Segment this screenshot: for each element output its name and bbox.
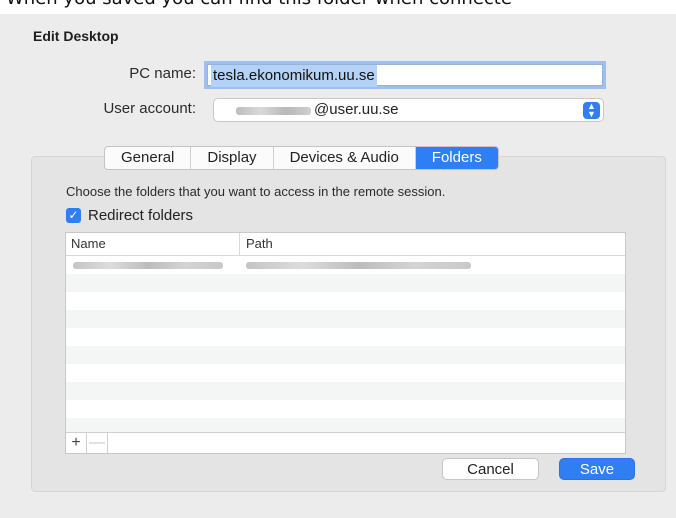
cancel-button[interactable]: Cancel [442, 458, 539, 480]
pc-name-field[interactable]: tesla.ekonomikum.uu.se [207, 64, 603, 87]
remove-folder-button[interactable]: — [87, 433, 108, 453]
user-account-label: User account: [103, 100, 196, 117]
dialog-title: Edit Desktop [33, 28, 119, 44]
column-header-name[interactable]: Name [66, 233, 240, 255]
tab-bar: General Display Devices & Audio Folders [104, 146, 499, 170]
table-row [66, 382, 625, 400]
tab-display[interactable]: Display [191, 147, 274, 169]
redacted-username [236, 107, 311, 115]
pc-name-value: tesla.ekonomikum.uu.se [211, 65, 377, 87]
table-header: Name Path [66, 233, 625, 256]
tab-devices-audio[interactable]: Devices & Audio [274, 147, 416, 169]
user-account-select[interactable]: @user.uu.se ▲ ▼ [213, 98, 604, 122]
folders-table: Name Path + — [65, 232, 626, 454]
table-row [66, 346, 625, 364]
table-row [66, 364, 625, 382]
redacted-folder-name [73, 262, 223, 269]
column-header-path[interactable]: Path [240, 233, 273, 255]
redirect-folders-option[interactable]: ✓ Redirect folders [66, 207, 193, 224]
redacted-folder-path [246, 262, 471, 269]
save-button[interactable]: Save [559, 458, 635, 480]
pc-name-label: PC name: [129, 65, 196, 82]
table-row [66, 400, 625, 418]
page-caption: When you saved you can find this folder … [6, 0, 512, 9]
table-row [66, 292, 625, 310]
tab-folders[interactable]: Folders [415, 147, 498, 169]
folders-instruction: Choose the folders that you want to acce… [66, 184, 446, 199]
tab-general[interactable]: General [105, 147, 192, 169]
redirect-folders-label: Redirect folders [88, 207, 194, 224]
table-row [66, 310, 625, 328]
chevron-updown-icon: ▲ ▼ [583, 102, 600, 119]
table-row[interactable] [66, 256, 625, 274]
table-row [66, 274, 625, 292]
table-footer-bar: + — [66, 432, 625, 453]
table-row [66, 328, 625, 346]
user-account-value: @user.uu.se [314, 101, 399, 118]
add-folder-button[interactable]: + [66, 433, 87, 453]
redirect-folders-checkbox[interactable]: ✓ [66, 208, 81, 223]
